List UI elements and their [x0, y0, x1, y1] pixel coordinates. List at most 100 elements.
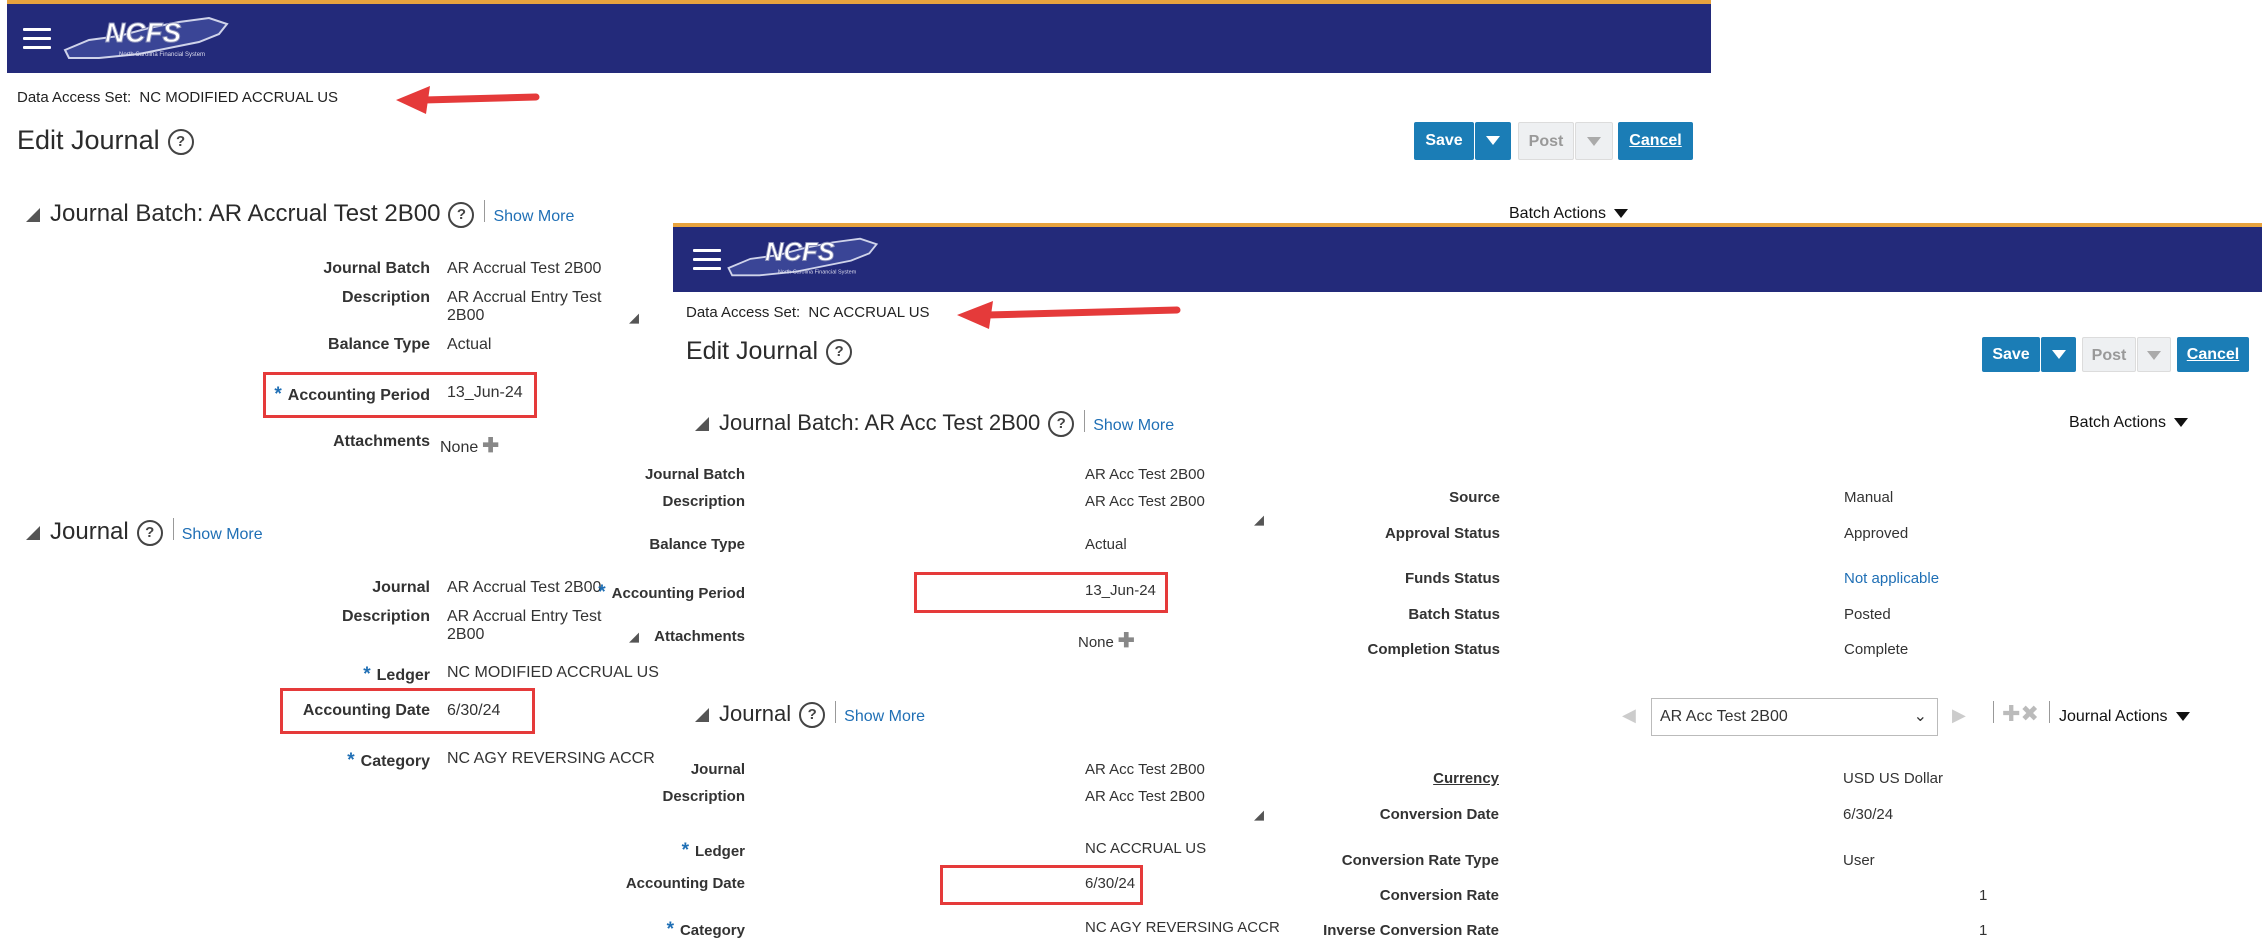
conversion-rate-value: 1 — [1979, 887, 1988, 904]
conversion-date-value: 6/30/24 — [1843, 806, 1894, 823]
journal-label: Journal — [690, 761, 745, 778]
batch-actions-menu[interactable]: Batch Actions — [1509, 205, 1628, 223]
hamburger-menu-icon[interactable] — [23, 28, 51, 50]
journal-batch-section-header[interactable]: Journal Batch: AR Acc Test 2B00? Show Mor… — [695, 410, 1174, 438]
red-arrow-annotation — [957, 301, 1181, 329]
cancel-button[interactable]: Cancel — [2177, 337, 2249, 372]
post-dropdown-button[interactable] — [2137, 337, 2171, 372]
currency-label[interactable]: Currency — [1433, 770, 1499, 787]
svg-text:NCFS: NCFS — [105, 17, 182, 48]
journal-description-label: Description — [662, 788, 745, 805]
save-dropdown-button[interactable] — [1475, 122, 1511, 160]
description-value: AR Accrual Entry Test 2B00 — [447, 289, 602, 324]
page-title: Edit Journal? — [686, 337, 853, 366]
ledger-value[interactable]: NC ACCRUAL US — [1085, 840, 1206, 857]
approval-status-label: Approval Status — [1384, 525, 1500, 542]
category-value[interactable]: NC AGY REVERSING ACCR — [1085, 919, 1280, 936]
add-plus-icon[interactable]: ✚ — [1118, 630, 1135, 652]
delete-journal-icon[interactable]: ✖ — [2020, 701, 2038, 726]
accounting-period-label: * Accounting Period — [598, 582, 745, 603]
expand-triangle-icon[interactable] — [695, 708, 709, 723]
balance-type-label: Balance Type — [649, 536, 745, 553]
conversion-rate-type-label: Conversion Rate Type — [1341, 852, 1499, 869]
journal-batch-label: Journal Batch — [644, 466, 745, 483]
expand-triangle-icon[interactable] — [695, 417, 709, 432]
dropdown-caret-icon — [2051, 350, 2066, 359]
resize-handle-icon[interactable]: ◢ — [1254, 512, 1264, 528]
help-icon[interactable]: ? — [799, 702, 826, 729]
accounting-date-value[interactable]: 6/30/24 — [1085, 875, 1135, 892]
batch-status-label: Batch Status — [1408, 606, 1500, 623]
chevron-down-icon: ⌄ — [1913, 708, 1927, 725]
accounting-date-value[interactable]: 6/30/24 — [447, 702, 500, 720]
help-icon[interactable]: ? — [167, 128, 194, 155]
batch-actions-menu[interactable]: Batch Actions — [2069, 414, 2188, 432]
svg-text:NCFS: NCFS — [765, 239, 835, 267]
journal-select[interactable]: AR Acc Test 2B00 ⌄ — [1651, 698, 1938, 736]
journal-batch-label: Journal Batch — [323, 260, 430, 277]
help-icon[interactable]: ? — [1048, 411, 1075, 438]
journal-actions-menu[interactable]: Journal Actions — [2059, 708, 2190, 726]
journal-description-value: AR Accrual Entry Test 2B00 — [447, 608, 602, 643]
journal-toolbar-icons: ✚✖ — [1983, 701, 2058, 727]
page-title: Edit Journal? — [17, 125, 194, 156]
svg-text:North Carolina Financial Syste: North Carolina Financial System — [119, 52, 205, 58]
help-icon[interactable]: ? — [136, 519, 163, 546]
expand-triangle-icon[interactable] — [26, 525, 40, 540]
help-icon[interactable]: ? — [448, 201, 475, 228]
next-journal-icon[interactable]: ▶ — [1952, 705, 1966, 726]
description-label: Description — [662, 493, 745, 510]
conversion-rate-type-value: User — [1843, 852, 1875, 869]
journal-description-value: AR Acc Test 2B00 — [1085, 788, 1205, 805]
resize-handle-icon[interactable]: ◢ — [1254, 807, 1264, 823]
journal-section-header[interactable]: Journal? Show More — [26, 518, 263, 546]
description-value: AR Acc Test 2B00 — [1085, 493, 1205, 510]
post-button[interactable]: Post — [1518, 122, 1574, 160]
save-dropdown-button[interactable] — [2041, 337, 2076, 372]
attachments-label: Attachments — [333, 433, 430, 450]
category-value[interactable]: NC AGY REVERSING ACCR — [447, 750, 655, 768]
inverse-conversion-rate-value: 1 — [1979, 922, 1988, 939]
expand-triangle-icon[interactable] — [26, 207, 40, 222]
previous-journal-icon[interactable]: ◀ — [1622, 705, 1636, 726]
accounting-date-label: Accounting Date — [302, 702, 430, 719]
balance-type-label: Balance Type — [328, 336, 430, 353]
show-more-link[interactable]: Show More — [1093, 417, 1174, 434]
funds-status-link[interactable]: Not applicable — [1844, 570, 1939, 587]
attachments-label: Attachments — [654, 628, 745, 645]
currency-value[interactable]: USD US Dollar — [1843, 770, 1943, 787]
resize-handle-icon[interactable]: ◢ — [629, 629, 639, 645]
add-journal-icon[interactable]: ✚ — [2002, 701, 2020, 726]
attachments-value: None ✚ — [1078, 630, 1135, 652]
post-dropdown-button[interactable] — [1575, 122, 1613, 160]
accounting-period-value[interactable]: 13_Jun-24 — [1085, 582, 1156, 599]
resize-handle-icon[interactable]: ◢ — [629, 310, 639, 326]
help-icon[interactable]: ? — [826, 339, 853, 366]
show-more-link[interactable]: Show More — [844, 708, 925, 725]
data-access-set: Data Access Set: NC MODIFIED ACCRUAL US — [17, 89, 339, 106]
add-plus-icon[interactable]: ✚ — [482, 435, 499, 457]
ledger-label: * Ledger — [681, 840, 745, 861]
dropdown-caret-icon — [2173, 418, 2188, 428]
approval-status-value: Approved — [1844, 525, 1909, 542]
show-more-link[interactable]: Show More — [182, 526, 263, 543]
show-more-link[interactable]: Show More — [493, 208, 574, 225]
data-access-set: Data Access Set: NC ACCRUAL US — [686, 304, 930, 321]
save-button[interactable]: Save — [1982, 337, 2040, 372]
right-banner: NCFS North Carolina Financial System — [673, 223, 2262, 292]
journal-batch-value: AR Accrual Test 2B00 — [447, 260, 602, 277]
journal-batch-section-header[interactable]: Journal Batch: AR Accrual Test 2B00? Show… — [26, 200, 574, 228]
balance-type-value: Actual — [447, 336, 492, 353]
accounting-period-value[interactable]: 13_Jun-24 — [447, 384, 523, 402]
inverse-conversion-rate-label: Inverse Conversion Rate — [1323, 922, 1499, 939]
save-button[interactable]: Save — [1414, 122, 1474, 160]
hamburger-menu-icon[interactable] — [693, 249, 721, 271]
ledger-value[interactable]: NC MODIFIED ACCRUAL US — [447, 664, 659, 682]
completion-status-label: Completion Status — [1367, 641, 1500, 658]
journal-batch-value: AR Acc Test 2B00 — [1085, 466, 1205, 483]
conversion-date-label: Conversion Date — [1379, 806, 1499, 823]
post-button[interactable]: Post — [2082, 337, 2136, 372]
accounting-period-label: * Accounting Period — [274, 384, 430, 405]
journal-section-header[interactable]: Journal? Show More — [695, 701, 925, 729]
cancel-button[interactable]: Cancel — [1618, 122, 1693, 160]
